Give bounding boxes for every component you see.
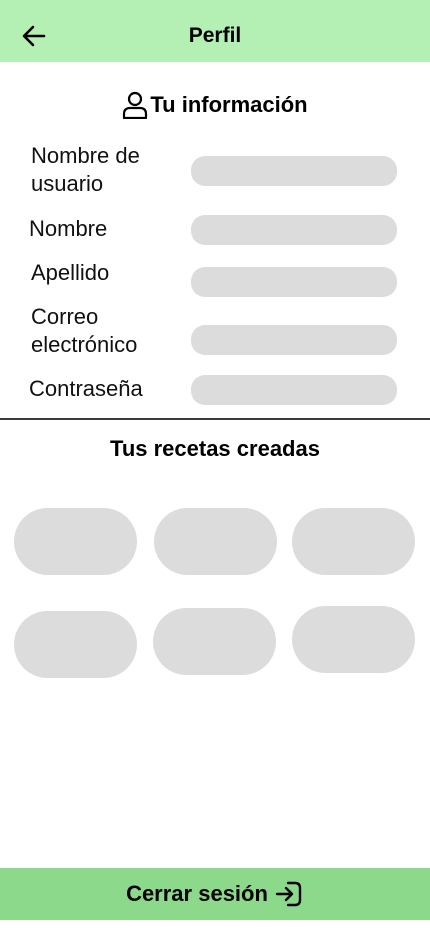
logout-button[interactable]: Cerrar sesión — [0, 868, 430, 920]
logout-label: Cerrar sesión — [126, 881, 268, 906]
password-field[interactable] — [191, 375, 397, 405]
recipe-card[interactable] — [14, 508, 137, 575]
recipe-card[interactable] — [292, 508, 415, 575]
username-label: Nombre de usuario — [31, 143, 140, 196]
recipe-card[interactable] — [292, 606, 415, 673]
email-field[interactable] — [191, 325, 397, 355]
name-label: Nombre — [29, 216, 108, 241]
info-section-header: Tu información — [0, 88, 430, 122]
name-field[interactable] — [191, 215, 397, 245]
user-icon — [123, 91, 148, 119]
password-label: Contraseña — [29, 376, 143, 401]
info-section-title: Tu información — [150, 92, 308, 117]
logout-icon — [275, 881, 302, 907]
recipes-section-title: Tus recetas creadas — [110, 436, 320, 461]
top-app-bar: Perfil — [0, 0, 430, 62]
section-divider — [0, 418, 430, 420]
page-title: Perfil — [188, 24, 242, 47]
recipe-card[interactable] — [154, 508, 277, 575]
recipe-card[interactable] — [14, 611, 137, 678]
surname-field[interactable] — [191, 267, 397, 297]
recipe-card[interactable] — [153, 608, 276, 675]
surname-label: Apellido — [31, 260, 110, 285]
username-field[interactable] — [191, 156, 397, 186]
email-label: Correo electrónico — [31, 304, 138, 357]
